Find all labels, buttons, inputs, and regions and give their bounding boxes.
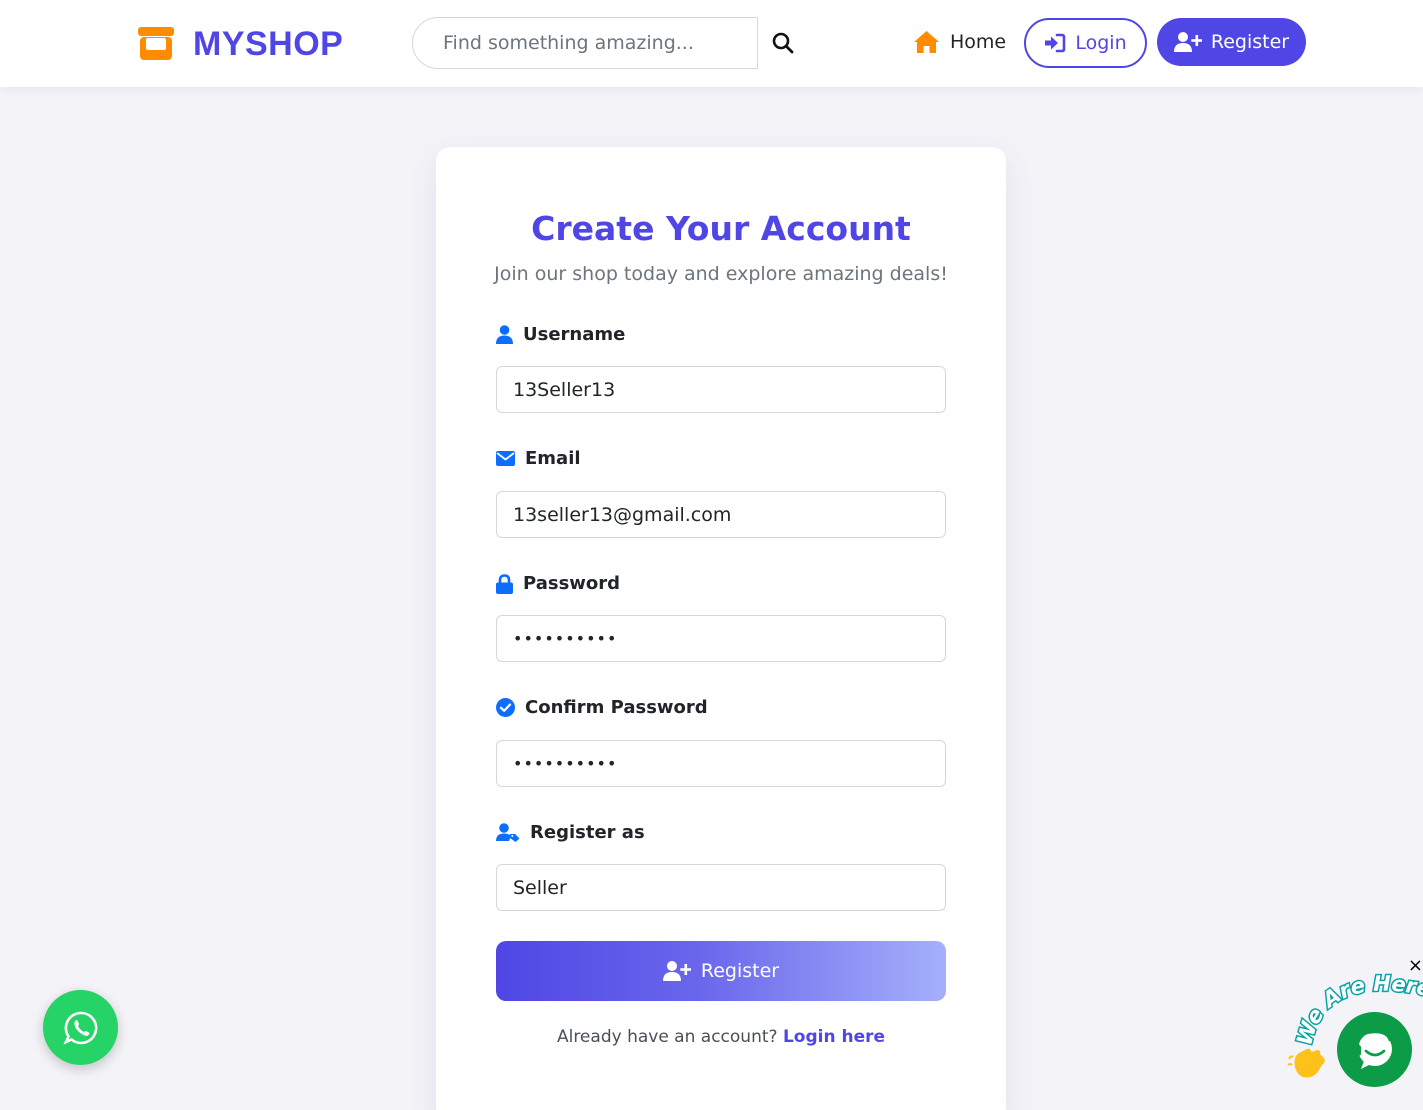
email-label: Email [496,448,581,469]
email-label-text: Email [525,448,581,469]
confirm-password-label: Confirm Password [496,697,708,718]
password-label: Password [496,573,620,594]
whatsapp-icon [62,1011,97,1045]
navbar: MYSHOP Home Login Register [0,0,1423,87]
whatsapp-button[interactable] [43,990,118,1065]
username-field[interactable] [496,366,946,413]
user-plus-icon [1173,32,1202,52]
password-label-text: Password [523,573,621,594]
role-select[interactable] [496,864,946,911]
login-prompt: Already have an account? Login here [436,1027,1006,1047]
search-input[interactable] [412,17,758,69]
page-subtitle: Join our shop today and explore amazing … [494,263,948,285]
confirm-password-label-text: Confirm Password [525,697,708,718]
login-prompt-text: Already have an account? [556,1027,778,1047]
search-button[interactable] [758,17,808,69]
search-bar [412,17,808,69]
sign-in-icon [1045,33,1066,53]
register-card: Create Your Account Join our shop today … [436,147,1006,1110]
register-submit-button[interactable]: Register [496,941,946,1001]
nav-login-button[interactable]: Login [1024,18,1147,68]
nav-login-label: Login [1075,32,1127,54]
role-label-text: Register as [530,822,645,843]
chat-widget: × We Are Here [1283,955,1423,1110]
login-here-link[interactable]: Login here [783,1027,885,1047]
username-label-text: Username [523,324,626,345]
lock-icon [496,573,513,594]
nav-home-label: Home [950,31,1007,53]
register-submit-label: Register [700,960,780,982]
user-icon [496,325,513,344]
user-tag-icon [496,823,520,842]
search-icon [772,32,794,54]
email-field[interactable] [496,491,946,538]
username-label: Username [496,324,625,345]
envelope-icon [496,451,515,466]
store-icon [138,27,174,60]
chat-support-icon [1354,1030,1392,1069]
chat-button[interactable] [1337,1012,1412,1087]
brand-name: MYSHOP [193,24,344,63]
confirm-password-field[interactable] [496,740,946,787]
home-icon [914,31,939,53]
check-circle-icon [496,698,515,717]
role-label: Register as [496,822,645,843]
waving-hand-icon [1287,1048,1325,1078]
nav-register-label: Register [1210,31,1290,53]
nav-home-link[interactable]: Home [913,30,1006,54]
nav-register-button[interactable]: Register [1157,18,1306,66]
brand-logo[interactable]: MYSHOP [136,24,343,64]
user-plus-icon [662,961,691,981]
password-field[interactable] [496,615,946,662]
page-title: Create Your Account [531,209,911,248]
